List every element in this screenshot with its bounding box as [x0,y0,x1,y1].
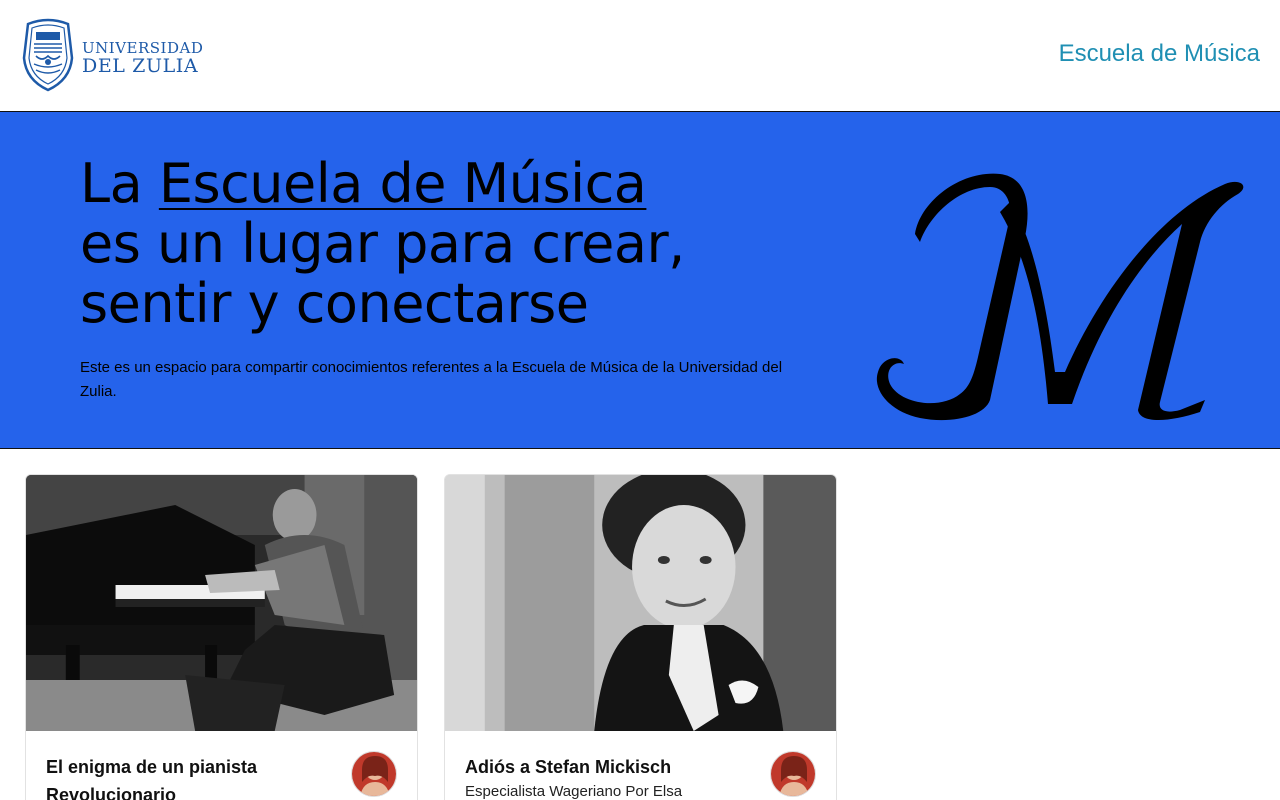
university-seal-icon [22,18,74,92]
hero-description: Este es un espacio para compartir conoci… [80,359,783,400]
post-title[interactable]: Adiós a Stefan Mickisch [465,753,755,781]
hero-heading-line2: es un lugar para crear, [80,212,685,275]
hero-banner: La Escuela de Música es un lugar para cr… [0,112,1280,449]
post-subtitle: Especialista Wageriano Por Elsa [465,783,683,800]
post-card-body: El enigma de un pianista Revolucionario [26,731,417,800]
hero-heading-prefix: La [80,152,159,215]
site-header: UNIVERSIDAD DEL ZULIA Escuela de Música [0,0,1280,112]
nav-escuela-de-musica-link[interactable]: Escuela de Música [1059,40,1260,68]
hero-heading-line3: sentir y conectarse [80,272,589,335]
author-portrait-icon [771,752,815,796]
author-portrait-icon [352,752,396,796]
post-title[interactable]: El enigma de un pianista Revolucionario [46,753,336,800]
portrait-photo-icon [445,475,836,731]
logo-line-university: UNIVERSIDAD [82,38,204,57]
post-card[interactable]: Adiós a Stefan Mickisch Especialista Wag… [444,474,837,800]
logo-line-zulia: DEL ZULIA [82,54,199,77]
author-avatar[interactable] [770,751,816,797]
pianist-photo-icon [26,475,417,731]
post-card[interactable]: El enigma de un pianista Revolucionario [25,474,418,800]
hero-heading-link[interactable]: Escuela de Música [159,152,647,215]
post-card-body: Adiós a Stefan Mickisch Especialista Wag… [445,731,836,800]
author-avatar[interactable] [351,751,397,797]
calligraphic-m-logo-icon [876,173,1244,421]
university-logo[interactable]: UNIVERSIDAD DEL ZULIA [20,18,203,92]
hero-heading: La Escuela de Música es un lugar para cr… [80,154,800,334]
logo-wordmark: UNIVERSIDAD DEL ZULIA [82,35,203,76]
